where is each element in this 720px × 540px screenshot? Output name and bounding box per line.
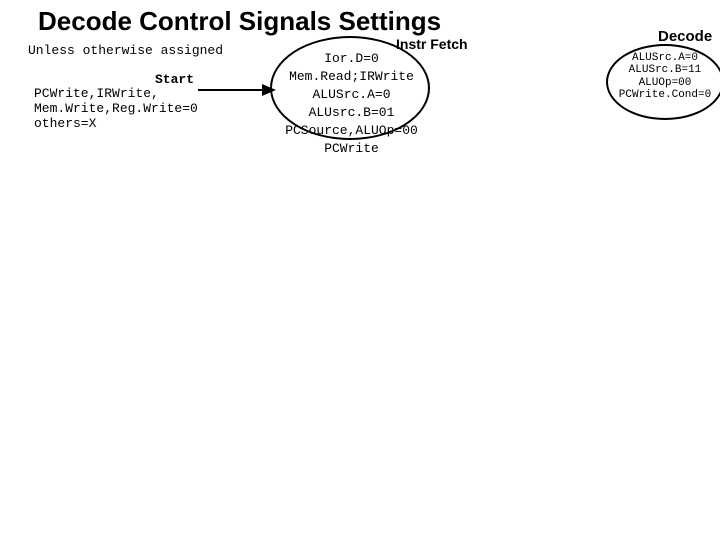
arrow-start-to-fetch [198,80,278,100]
page-title: Decode Control Signals Settings [38,6,441,37]
note-text: Unless otherwise assigned [28,44,223,59]
start-defaults: PCWrite,IRWrite, Mem.Write,Reg.Write=0 o… [34,87,198,132]
state-instr-fetch-signals: Ior.D=0 Mem.Read;IRWrite ALUSrc.A=0 ALUs… [284,49,419,157]
state-decode-label: Decode [658,28,712,45]
state-decode-signals-text: ALUSrc.A=0 ALUSrc.B=11 ALUOp=00 PCWrite.… [619,52,711,101]
state-decode-signals: ALUSrc.A=0 ALUSrc.B=11 ALUOp=00 PCWrite.… [608,52,720,102]
state-instr-fetch-signals-text: Ior.D=0 Mem.Read;IRWrite ALUSrc.A=0 ALUs… [285,51,418,156]
start-label: Start [155,73,194,88]
